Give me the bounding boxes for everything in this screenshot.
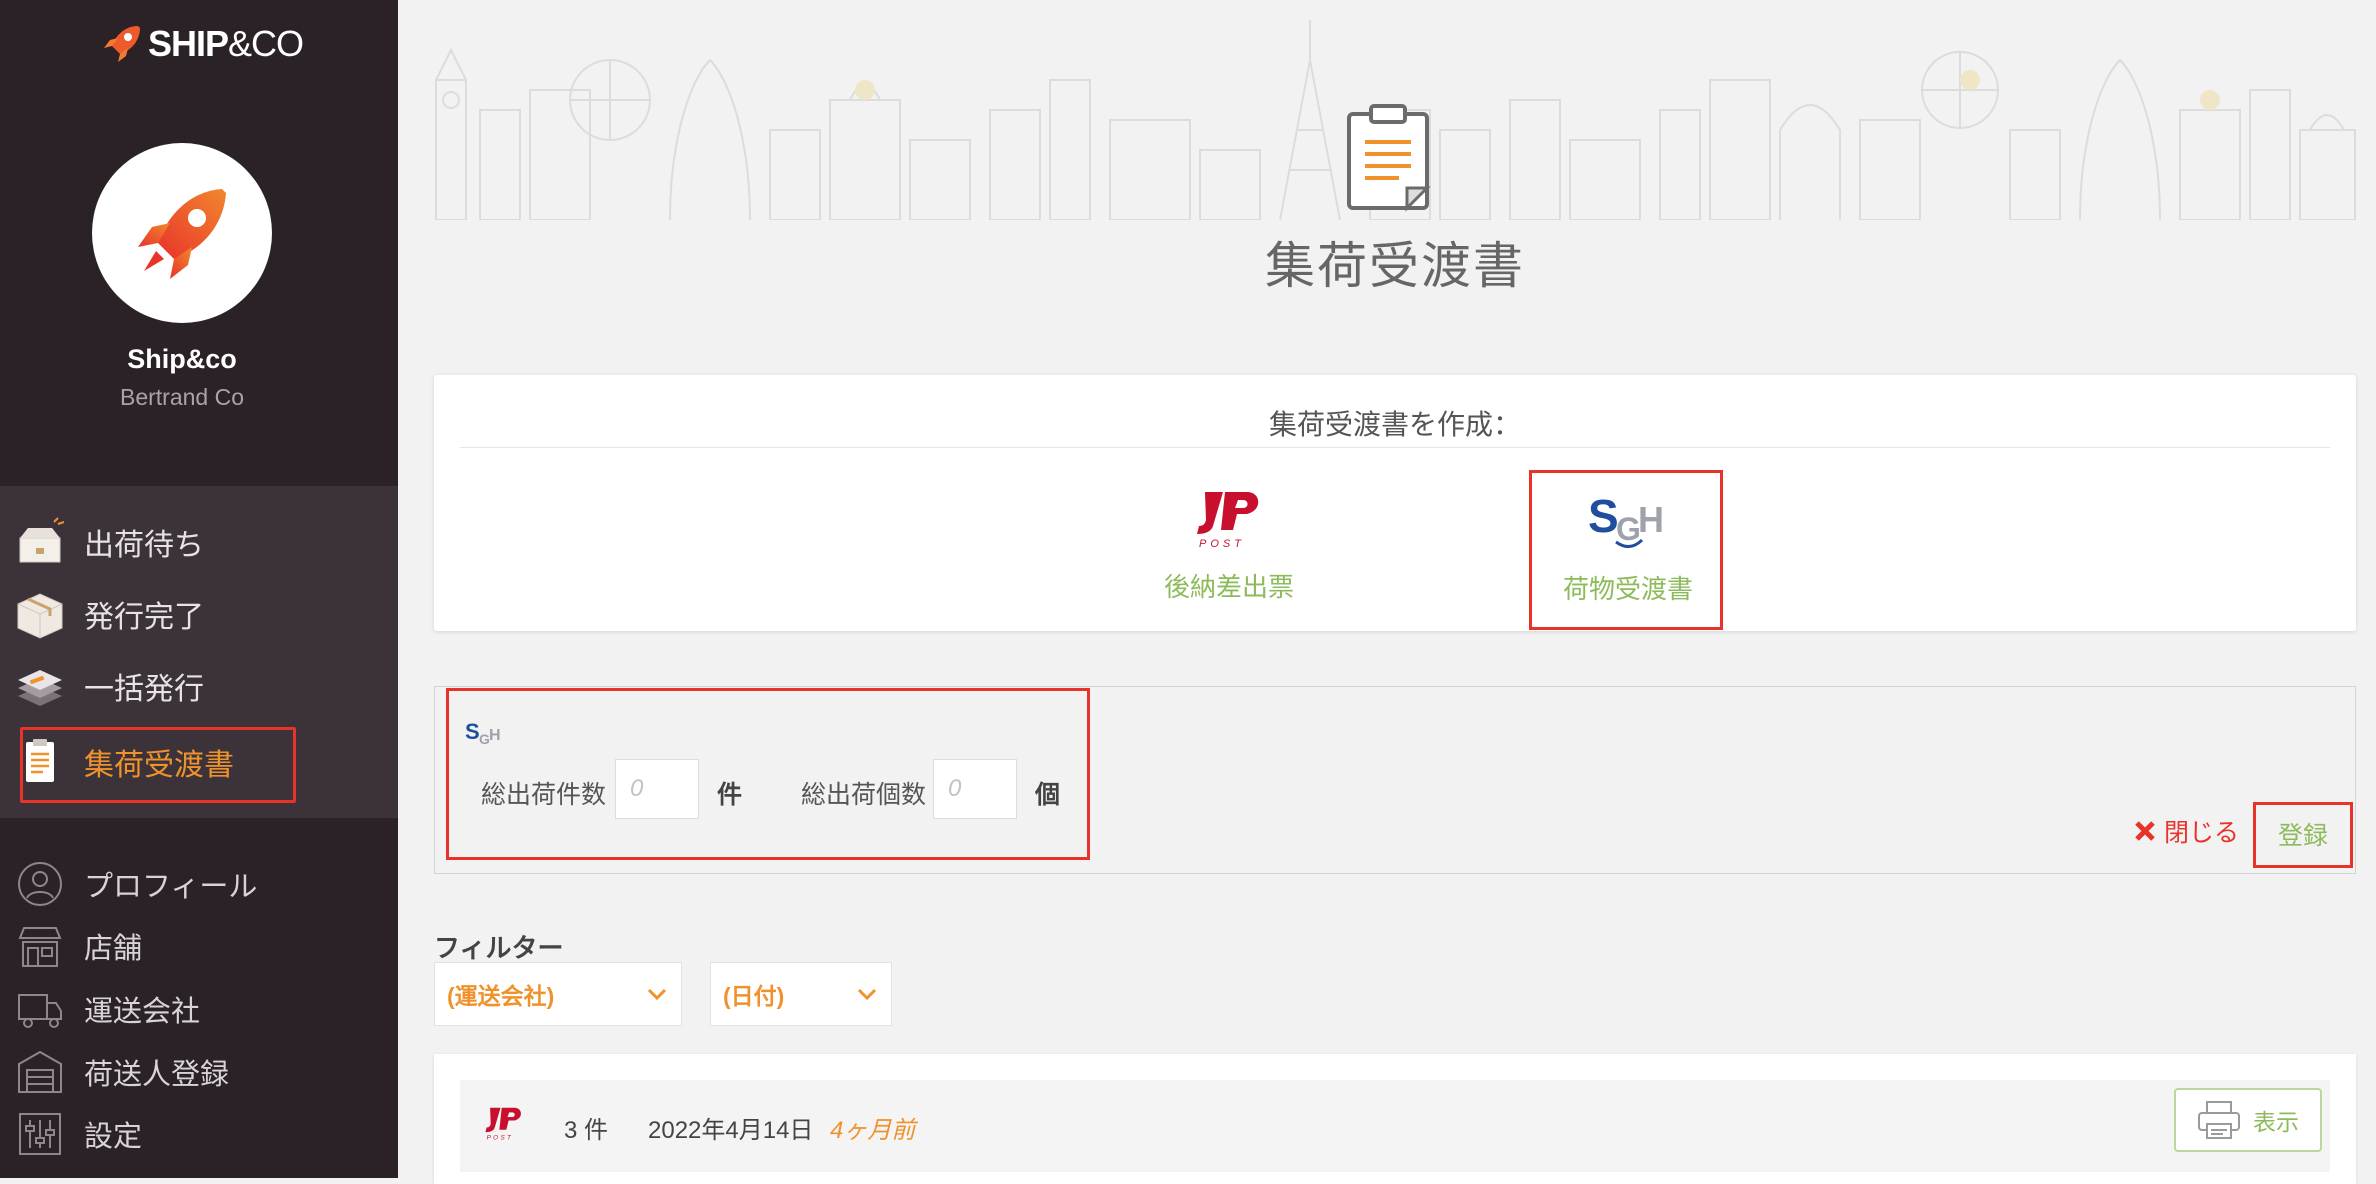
nav-item-issued[interactable]: 発行完了 [14,588,204,640]
carrier-filter-value: (運送会社) [447,983,555,1009]
svg-text:POST: POST [487,1135,514,1142]
carrier-filter-select[interactable]: (運送会社) [434,962,682,1026]
page-title: 集荷受渡書 [1265,238,1525,294]
printer-icon [2198,1101,2240,1139]
brand-logo[interactable]: SHIP&CO [100,22,304,66]
close-button-label: 閉じる [2164,819,2240,847]
user-icon [14,858,66,910]
chevron-down-icon [647,988,667,1001]
nav-item-settings[interactable]: 設定 [14,1108,142,1160]
jp-post-logo-icon: POST [1197,492,1259,550]
jp-post-logo-icon: POST [485,1107,521,1142]
nav-item-bulk[interactable]: 一括発行 [14,660,204,712]
manifest-relative-time: 4ヶ月前 [830,1117,916,1144]
date-filter-select[interactable]: (日付) [710,962,892,1026]
filter-label: フィルター [434,933,564,963]
nav-item-label: 設定 [84,1121,143,1153]
divider [460,447,2330,448]
create-option-jppost[interactable]: POST 後納差出票 [1084,490,1374,604]
close-button[interactable]: 閉じる [2134,813,2239,849]
sidebar: SHIP&CO Ship&co Bertrand Co 出荷待ち 発行完了 一括… [0,0,398,1178]
nav-item-label: 出荷待ち [84,529,204,562]
nav-item-senders[interactable]: 荷送人登録 [14,1046,229,1098]
create-manifest-card: 集荷受渡書を作成： POST 後納差出票 S G H 荷物受渡書 [434,375,2356,631]
highlight-box-sgh-option [1529,470,1723,630]
close-icon [2135,821,2155,841]
manifest-date: 2022年4月14日 [648,1117,814,1144]
box-open-icon [14,516,66,568]
clipboard-hero-icon [1345,104,1435,217]
create-option-label: 後納差出票 [1163,572,1294,602]
avatar[interactable] [92,143,272,323]
highlight-box-nav-manifest [20,727,296,803]
box-closed-icon [14,588,66,640]
nav-item-stores[interactable]: 店舗 [14,920,142,972]
nav-item-label: 運送会社 [84,996,201,1028]
sliders-icon [14,1108,66,1160]
rocket-avatar-icon [138,189,226,279]
create-manifest-heading: 集荷受渡書を作成： [1268,409,1521,440]
manifest-count: 3 件 [564,1117,609,1144]
svg-text:POST: POST [1199,538,1245,550]
brand-name: SHIP&CO [148,23,304,64]
view-button[interactable]: 表示 [2174,1088,2322,1152]
view-button-label: 表示 [2253,1109,2299,1135]
highlight-box-register [2253,802,2353,868]
rocket-logo-icon [104,26,140,62]
nav-item-label: 荷送人登録 [84,1059,230,1091]
list-item: POST 3 件 2022年4月14日 4ヶ月前 表示 [460,1080,2330,1172]
highlight-box-sgh-form [446,688,1090,860]
nav-item-label: 一括発行 [84,673,204,706]
nav-item-label: プロフィール [84,871,258,903]
manifest-list: POST 3 件 2022年4月14日 4ヶ月前 表示 [434,1054,2356,1184]
store-icon [14,920,66,972]
nav-item-profile[interactable]: プロフィール [14,858,257,910]
account-name: Ship&co [127,344,237,374]
nav-item-label: 店舗 [84,933,143,965]
date-filter-value: (日付) [723,983,785,1009]
nav-item-carriers[interactable]: 運送会社 [14,983,200,1035]
truck-icon [14,983,66,1035]
nav-item-label: 発行完了 [84,601,204,634]
chevron-down-icon [857,988,877,1001]
nav-item-awaiting[interactable]: 出荷待ち [14,516,204,568]
stack-icon [14,660,66,712]
account-company: Bertrand Co [119,384,244,410]
warehouse-icon [14,1046,66,1098]
